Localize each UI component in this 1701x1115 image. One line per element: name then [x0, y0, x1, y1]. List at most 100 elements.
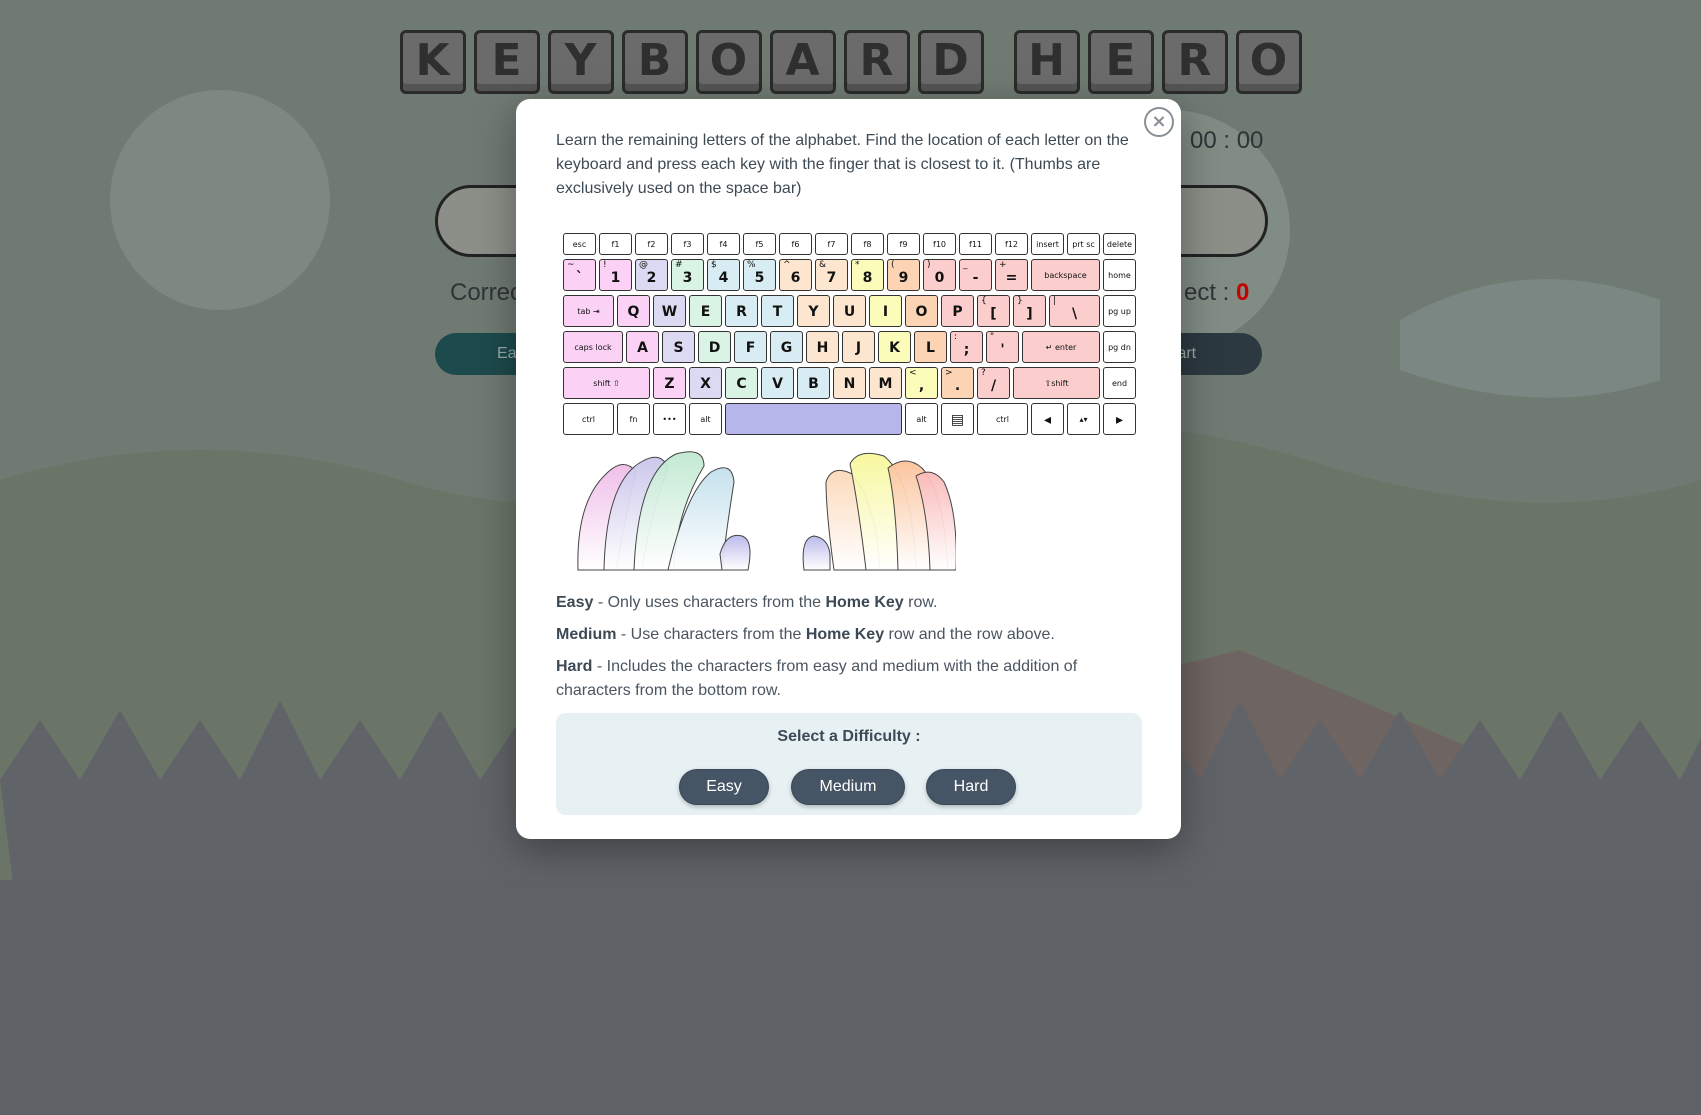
key-shift-label: " [990, 332, 995, 342]
keyboard-key: = + [995, 259, 1028, 291]
keyboard-key: 9( [887, 259, 920, 291]
keyboard-key: ⇧shift [1013, 367, 1100, 399]
keyboard-key: f3 [671, 233, 704, 255]
key-label: f10 [933, 240, 946, 249]
incorrect-label: ect : 0 [1184, 279, 1249, 307]
key-label: ⇧shift [1044, 379, 1069, 388]
keyboard-key: U [833, 295, 866, 327]
key-label: tab ⇥ [577, 307, 600, 316]
keyboard-key: f7 [815, 233, 848, 255]
key-label: K [889, 340, 900, 356]
key-shift-label: ! [603, 260, 607, 270]
keyboard-key: ▤ [941, 403, 974, 435]
keyboard-key: f10 [923, 233, 956, 255]
keyboard-key: , < [905, 367, 938, 399]
keyboard-key: 4 $ [707, 259, 740, 291]
keyboard-key: D [698, 331, 731, 363]
medium-button[interactable]: Medium [791, 769, 905, 805]
key-label: f12 [1005, 240, 1018, 249]
hard-button[interactable]: Hard [926, 769, 1016, 805]
easy-desc-post: row. [903, 594, 938, 611]
key-shift-label: < [909, 368, 917, 378]
keyboard-key: H [806, 331, 839, 363]
key-label: Q [627, 304, 640, 320]
keyboard-key: caps lock [563, 331, 623, 363]
keyboard-key: delete [1103, 233, 1136, 255]
keyboard-key: B [797, 367, 830, 399]
hands-finger-diagram [577, 451, 956, 571]
keyboard-key: . > [941, 367, 974, 399]
key-label: f7 [827, 240, 836, 249]
key-label: f2 [647, 240, 656, 249]
keyboard-key: f6 [779, 233, 812, 255]
title-letter-key: H [1013, 30, 1080, 94]
keyboard-key: J [842, 331, 875, 363]
title-letter-key: R [1161, 30, 1228, 94]
keyboard-key: pg dn [1103, 331, 1136, 363]
key-label: ctrl [581, 415, 596, 424]
keyboard-key: insert [1031, 233, 1064, 255]
keyboard-key: G [770, 331, 803, 363]
select-difficulty-label: Select a Difficulty : [777, 728, 921, 745]
app-title: KEYBOARDHERO [0, 30, 1701, 94]
keyboard-key: ▴▾ [1067, 403, 1100, 435]
keyboard-key: end [1103, 367, 1136, 399]
keyboard-key: ` ~ [563, 259, 596, 291]
keyboard-key: backspace [1031, 259, 1100, 291]
timer-readout: 00 : 00 [1190, 127, 1264, 154]
keyboard-key: X [689, 367, 722, 399]
keyboard-key: 6 ^ [779, 259, 812, 291]
easy-button[interactable]: Easy [679, 769, 769, 805]
keyboard-key: - _ [959, 259, 992, 291]
keyboard-key: alt [689, 403, 722, 435]
key-shift-label: { [981, 296, 987, 306]
key-label: backspace [1044, 271, 1087, 280]
keyboard-key: 7 & [815, 259, 848, 291]
keyboard-key: prt sc [1067, 233, 1100, 255]
title-letter-key: D [917, 30, 984, 94]
key-label: N [843, 376, 856, 392]
keyboard-key: M [869, 367, 902, 399]
key-label: caps lock [574, 343, 612, 352]
key-shift-label: _ [963, 260, 968, 270]
keyboard-key: ◂ [1031, 403, 1064, 435]
instructions-modal: × Learn the remaining letters of the alp… [516, 99, 1181, 839]
key-label: F [745, 340, 756, 356]
medium-home-key: Home Key [805, 626, 885, 643]
keyboard-key: f1 [599, 233, 632, 255]
key-label: prt sc [1072, 240, 1095, 249]
medium-desc-post: row and the row above. [884, 626, 1055, 643]
key-shift-label: | [1053, 296, 1057, 306]
keyboard-key: S [662, 331, 695, 363]
keyboard-key: C [725, 367, 758, 399]
keyboard-key: R [725, 295, 758, 327]
key-label: M [878, 376, 893, 392]
keyboard-key: ' " [986, 331, 1019, 363]
key-label: P [952, 304, 963, 320]
key-label: fn [629, 415, 638, 424]
key-label: f8 [863, 240, 872, 249]
incorrect-label-text: ect : [1184, 279, 1230, 306]
keyboard-key: 2 @ [635, 259, 668, 291]
key-label: R [736, 304, 747, 320]
keyboard-key: pg up [1103, 295, 1136, 327]
close-icon[interactable]: × [1144, 107, 1174, 137]
keyboard-key: f9 [887, 233, 920, 255]
keyboard-key: P [941, 295, 974, 327]
hard-term: Hard [556, 658, 593, 675]
key-label: ◂ [1043, 412, 1052, 428]
key-label: f3 [683, 240, 692, 249]
keyboard-key: alt [905, 403, 938, 435]
keyboard-key: 3 # [671, 259, 704, 291]
keyboard-key: ctrl [563, 403, 614, 435]
keyboard-key: K [878, 331, 911, 363]
medium-term: Medium [556, 626, 617, 643]
key-label: \ [1071, 306, 1078, 322]
keyboard-key: tab ⇥ [563, 295, 614, 327]
keyboard-key: Y [797, 295, 830, 327]
keyboard-key: W [653, 295, 686, 327]
title-letter-key: E [1087, 30, 1154, 94]
keyboard-key: ctrl [977, 403, 1028, 435]
key-shift-label: ? [981, 368, 986, 378]
key-shift-label: > [945, 368, 953, 378]
